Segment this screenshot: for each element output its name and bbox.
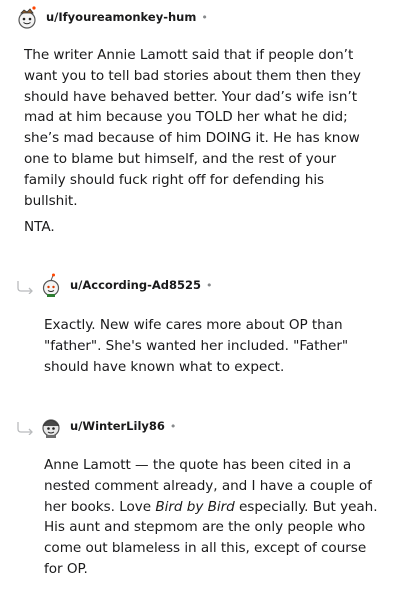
separator-dot: • bbox=[201, 10, 208, 24]
comment-body: Exactly. New wife cares more about OP th… bbox=[44, 315, 384, 377]
comment-header: u/Ifyoureamonkey-hum • bbox=[14, 3, 208, 31]
separator-dot: • bbox=[206, 278, 213, 292]
comment-username[interactable]: u/WinterLily86 bbox=[70, 419, 165, 433]
comment-paragraph: NTA. bbox=[24, 219, 55, 236]
comment-paragraph: Exactly. New wife cares more about OP th… bbox=[44, 317, 349, 375]
separator-dot: • bbox=[169, 419, 177, 433]
comment-header: u/According-Ad8525 • bbox=[38, 271, 213, 299]
reply-arrow-icon bbox=[17, 281, 33, 294]
comment-username[interactable]: u/According-Ad8525 bbox=[70, 278, 201, 292]
comment-body: The writer Annie Lamott said that if peo… bbox=[24, 45, 374, 238]
comment-paragraph: Anne Lamott — the quote has been cited i… bbox=[44, 455, 384, 580]
snoo-avatar-icon[interactable] bbox=[14, 4, 40, 30]
comment-header: u/WinterLily86 • bbox=[38, 412, 176, 440]
comment-body: Anne Lamott — the quote has been cited i… bbox=[44, 455, 384, 580]
snoo-avatar-icon[interactable] bbox=[38, 272, 64, 298]
comment-paragraph: The writer Annie Lamott said that if peo… bbox=[24, 47, 361, 209]
snoo-avatar-icon[interactable] bbox=[38, 413, 64, 439]
comment-username[interactable]: u/Ifyoureamonkey-hum bbox=[46, 10, 196, 24]
book-title: Bird by Bird bbox=[155, 498, 235, 515]
reply-arrow-icon bbox=[17, 422, 33, 435]
